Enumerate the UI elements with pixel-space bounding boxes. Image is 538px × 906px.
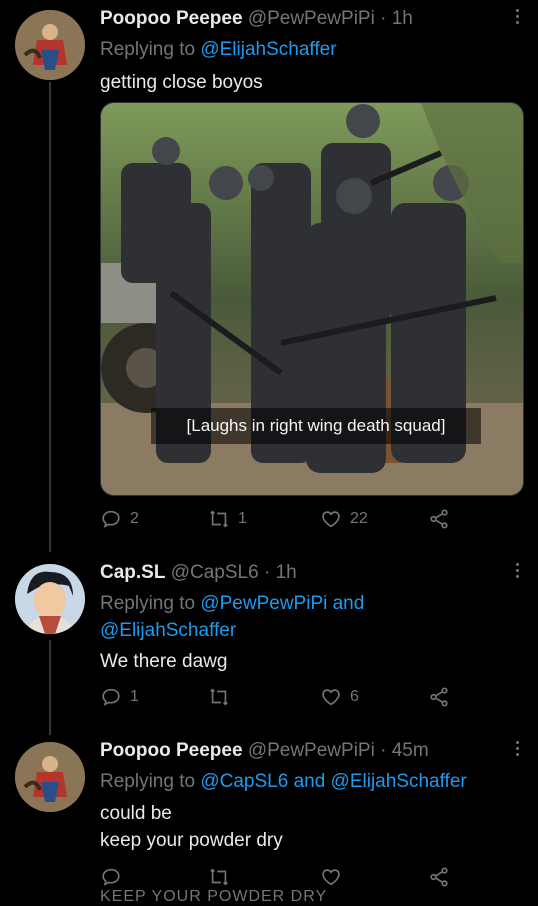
mention-link[interactable]: @ElijahSchaffer bbox=[100, 620, 236, 641]
retweet-button[interactable]: 1 bbox=[208, 508, 247, 530]
thread-line-2 bbox=[49, 640, 51, 735]
share-icon bbox=[430, 867, 448, 887]
display-name[interactable]: Poopoo Peepee bbox=[100, 740, 243, 761]
display-name[interactable]: Poopoo Peepee bbox=[100, 8, 243, 29]
mention-link[interactable]: @ElijahSchaffer bbox=[200, 39, 336, 60]
tweet-header: Poopoo Peepee @PewPewPiPi · 1h bbox=[100, 8, 413, 30]
reply-count: 2 bbox=[130, 510, 139, 527]
retweet-icon bbox=[210, 510, 228, 528]
replying-to: Replying to @ElijahSchaffer bbox=[100, 36, 337, 63]
separator: · bbox=[380, 8, 387, 29]
retweet-icon bbox=[210, 868, 228, 886]
retweet-icon bbox=[210, 688, 228, 706]
tweet-actions: 1 6 bbox=[100, 686, 460, 712]
reply-button[interactable]: 1 bbox=[100, 686, 139, 708]
more-icon[interactable] bbox=[516, 738, 520, 759]
like-count: 22 bbox=[350, 510, 368, 527]
mention-link[interactable]: @CapSL6 and @ElijahSchaffer bbox=[200, 771, 466, 792]
share-icon bbox=[430, 509, 448, 529]
cut-off-text: KEEP YOUR POWDER DRY bbox=[100, 888, 328, 905]
tweet-header: Poopoo Peepee @PewPewPiPi · 45m bbox=[100, 740, 429, 762]
reply-icon bbox=[102, 688, 120, 706]
avatar[interactable] bbox=[15, 742, 85, 812]
share-button[interactable] bbox=[428, 686, 458, 708]
like-button[interactable]: 22 bbox=[320, 508, 368, 530]
share-icon bbox=[430, 687, 448, 707]
more-icon[interactable] bbox=[516, 6, 520, 27]
heart-icon bbox=[322, 689, 340, 706]
more-icon[interactable] bbox=[516, 560, 520, 581]
replying-to: Replying to @PewPewPiPi and @ElijahSchaf… bbox=[100, 590, 364, 644]
replying-label: Replying to bbox=[100, 593, 196, 614]
user-handle[interactable]: @CapSL6 bbox=[171, 562, 259, 583]
tweet-text-line-1: could be bbox=[100, 803, 172, 824]
like-button[interactable]: 6 bbox=[320, 686, 359, 708]
separator: · bbox=[380, 740, 387, 761]
replying-to: Replying to @CapSL6 and @ElijahSchaffer bbox=[100, 768, 467, 795]
separator: · bbox=[263, 562, 271, 583]
heart-icon bbox=[322, 869, 340, 886]
retweet-button[interactable] bbox=[208, 686, 238, 708]
tweet-text: getting close boyos bbox=[100, 72, 263, 93]
replying-label: Replying to bbox=[100, 771, 196, 792]
like-count: 6 bbox=[350, 688, 359, 705]
avatar[interactable] bbox=[15, 10, 85, 80]
reply-icon bbox=[102, 510, 120, 528]
tweet-text-line-2: keep your powder dry bbox=[100, 830, 283, 851]
tweet-image[interactable]: [Laughs in right wing death squad] bbox=[100, 102, 524, 496]
retweet-count: 1 bbox=[238, 510, 247, 527]
heart-icon bbox=[322, 511, 340, 528]
reply-button[interactable]: 2 bbox=[100, 508, 139, 530]
tweet-actions: 2 1 22 bbox=[100, 508, 460, 534]
thread-line-1 bbox=[49, 82, 51, 552]
replying-label: Replying to bbox=[100, 39, 196, 60]
reply-count: 1 bbox=[130, 688, 139, 705]
reply-button[interactable] bbox=[100, 866, 130, 888]
like-button[interactable] bbox=[320, 866, 350, 888]
timestamp[interactable]: 1h bbox=[392, 8, 413, 29]
tweet-header: Cap.SL @CapSL6 · 1h bbox=[100, 562, 297, 584]
image-caption: [Laughs in right wing death squad] bbox=[151, 408, 481, 444]
timestamp[interactable]: 1h bbox=[276, 562, 297, 583]
mention-link[interactable]: @PewPewPiPi and bbox=[200, 593, 364, 614]
avatar[interactable] bbox=[15, 564, 85, 634]
share-button[interactable] bbox=[428, 866, 458, 888]
reply-icon bbox=[102, 868, 120, 886]
tweet-text: We there dawg bbox=[100, 651, 228, 672]
display-name[interactable]: Cap.SL bbox=[100, 562, 165, 583]
share-button[interactable] bbox=[428, 508, 458, 530]
user-handle[interactable]: @PewPewPiPi bbox=[248, 740, 375, 761]
user-handle[interactable]: @PewPewPiPi bbox=[248, 8, 375, 29]
retweet-button[interactable] bbox=[208, 866, 238, 888]
timestamp[interactable]: 45m bbox=[392, 740, 429, 761]
